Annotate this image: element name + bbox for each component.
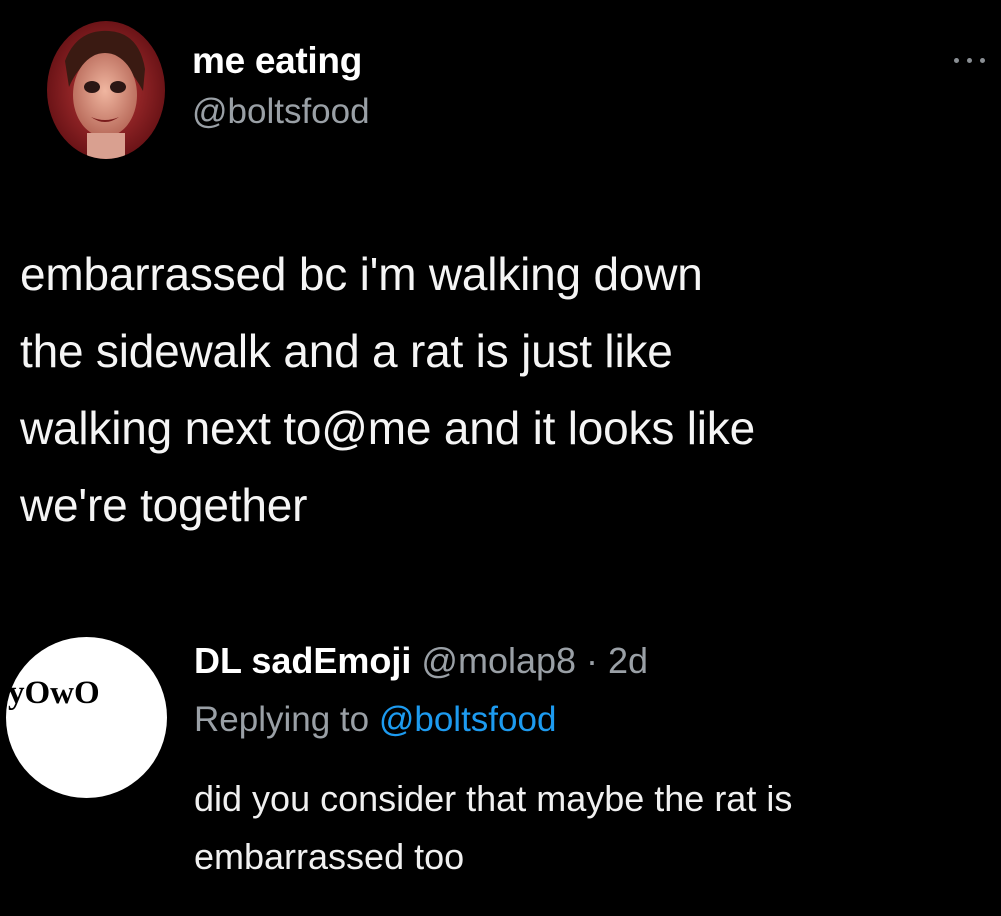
reply-handle-time[interactable]: @molap8 · 2d: [421, 640, 648, 681]
reply-author-name[interactable]: DL sadEmoji: [194, 640, 411, 681]
reply-text: did you consider that maybe the rat is e…: [194, 778, 793, 877]
more-dot: [954, 58, 959, 63]
author-handle[interactable]: @boltsfood: [192, 92, 370, 132]
replying-prefix: Replying to: [194, 700, 370, 739]
more-dot: [980, 58, 985, 63]
tweet-text: embarrassed bc i'm walking down the side…: [20, 248, 755, 531]
more-dot: [967, 58, 972, 63]
author-avatar[interactable]: [47, 21, 165, 159]
reply-avatar-text: yOwO: [8, 675, 100, 711]
reply-header: DL sadEmoji @molap8 · 2d: [194, 640, 648, 682]
profile-photo-icon: [47, 21, 165, 159]
more-options-icon[interactable]: [950, 50, 990, 70]
author-name[interactable]: me eating: [192, 40, 362, 82]
replying-to-line: Replying to @boltsfood: [194, 700, 556, 740]
reply-avatar[interactable]: yOwO: [6, 637, 167, 798]
replying-to-link[interactable]: @boltsfood: [379, 700, 557, 739]
